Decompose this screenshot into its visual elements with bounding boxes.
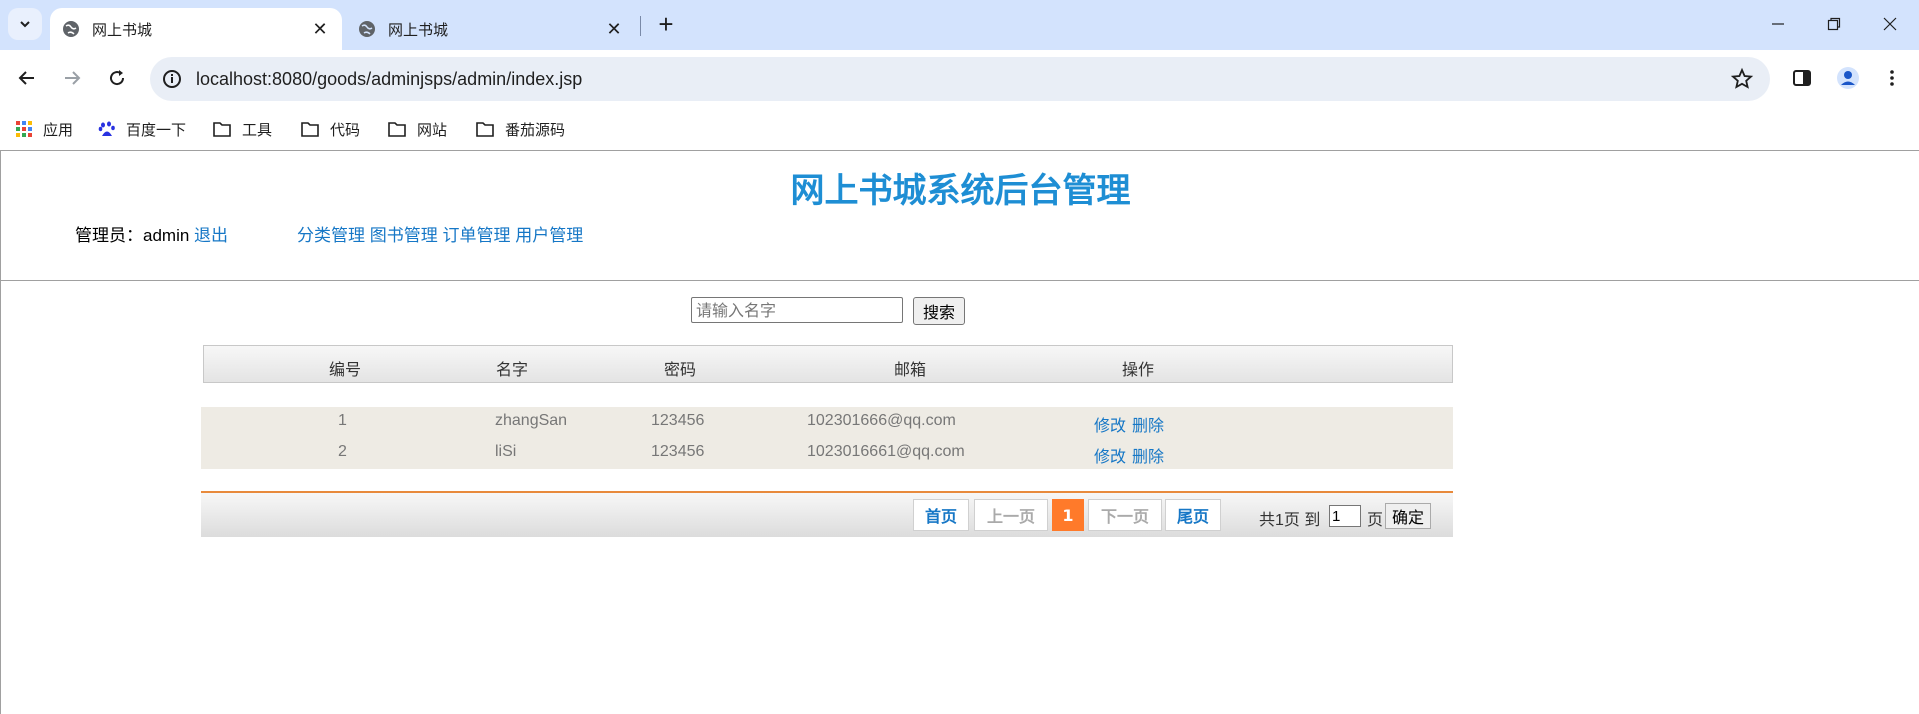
cell-email: 1023016661@qq.com (807, 443, 965, 460)
new-tab-button[interactable]: + (652, 10, 680, 38)
admin-label: 管理员：admin (75, 226, 190, 245)
close-icon[interactable]: ✕ (604, 19, 624, 40)
cell-password: 123456 (651, 412, 705, 429)
reload-button[interactable] (101, 62, 133, 94)
apps-grid-icon (16, 121, 32, 137)
bookmark-label: 网站 (417, 121, 448, 139)
search-button[interactable]: 搜索 (913, 297, 965, 325)
header-email: 邮箱 (894, 362, 927, 379)
nav-category-link[interactable]: 分类管理 (297, 226, 365, 245)
header-name: 名字 (496, 362, 529, 379)
edit-link[interactable]: 修改 (1094, 412, 1126, 436)
page-title: 网上书城系统后台管理 (790, 171, 1131, 211)
header-actions: 操作 (1122, 362, 1155, 379)
bookmark-baidu[interactable]: 百度一下 (98, 116, 186, 142)
admin-info: 管理员：admin 退出 (75, 221, 228, 246)
tab-title: 网上书城 (388, 21, 449, 39)
bookmark-label: 应用 (43, 121, 74, 139)
menu-button[interactable] (1876, 62, 1908, 94)
cell-password: 123456 (651, 443, 705, 460)
star-icon[interactable] (1730, 67, 1754, 91)
globe-icon (359, 21, 375, 37)
profile-button[interactable] (1832, 62, 1864, 94)
divider (1, 280, 1919, 281)
cell-id: 1 (338, 412, 347, 429)
tab-title: 网上书城 (92, 21, 153, 39)
page-number-input[interactable] (1329, 505, 1361, 527)
next-page-button[interactable]: 下一页 (1088, 499, 1162, 531)
bookmark-apps[interactable]: 应用 (15, 116, 73, 142)
bookmarks-bar: 应用 百度一下 工具 代码 网站 番茄源码 (0, 108, 1919, 150)
restore-icon (1827, 17, 1841, 31)
total-pages-text: 共1页 到 (1259, 512, 1321, 529)
bookmark-label: 工具 (242, 121, 273, 139)
header-id: 编号 (329, 362, 362, 379)
tab-search-button[interactable] (8, 8, 42, 40)
globe-icon (63, 21, 79, 37)
page-suffix: 页 (1367, 512, 1384, 529)
table-header: 编号 名字 密码 邮箱 操作 (203, 345, 1453, 383)
back-button[interactable] (11, 62, 43, 94)
cell-id: 2 (338, 443, 347, 460)
bookmark-label: 番茄源码 (505, 121, 566, 139)
delete-link[interactable]: 删除 (1132, 443, 1164, 467)
minimize-button[interactable] (1758, 8, 1798, 40)
minimize-icon (1772, 23, 1784, 25)
side-panel-icon (1793, 70, 1811, 86)
arrow-left-icon (18, 71, 34, 85)
first-page-button[interactable]: 首页 (913, 499, 969, 531)
edit-link[interactable]: 修改 (1094, 443, 1126, 467)
tab-separator (640, 16, 641, 36)
baidu-paw-icon (98, 121, 115, 136)
cell-email: 102301666@qq.com (807, 412, 956, 429)
nav-books-link[interactable]: 图书管理 (370, 226, 438, 245)
close-icon[interactable]: ✕ (310, 19, 330, 40)
search-input[interactable] (691, 297, 903, 323)
folder-icon (213, 122, 231, 137)
prev-page-button[interactable]: 上一页 (974, 499, 1048, 531)
bookmark-folder[interactable]: 代码 (300, 116, 360, 142)
bookmark-folder[interactable]: 工具 (212, 116, 272, 142)
cell-name: zhangSan (495, 412, 568, 429)
admin-nav: 分类管理 图书管理 订单管理 用户管理 (297, 221, 583, 246)
folder-icon (301, 122, 319, 137)
nav-orders-link[interactable]: 订单管理 (442, 226, 510, 245)
table-body: 1 zhangSan 123456 102301666@qq.com 修改 删除… (201, 407, 1453, 469)
folder-icon (476, 122, 494, 137)
forward-button[interactable] (56, 62, 88, 94)
current-page[interactable]: 1 (1052, 499, 1084, 531)
go-page-button[interactable]: 确定 (1385, 503, 1431, 529)
bookmark-label: 代码 (330, 121, 361, 139)
cell-name: liSi (495, 443, 517, 460)
page-content: 网上书城系统后台管理 管理员：admin 退出 分类管理 图书管理 订单管理 用… (0, 150, 1919, 714)
pagination: 首页 上一页 1 下一页 尾页 共1页 到 页 确定 (201, 491, 1453, 537)
address-bar[interactable]: localhost:8080/goods/adminjsps/admin/ind… (150, 57, 1770, 101)
bookmark-label: 百度一下 (126, 121, 187, 139)
logout-link[interactable]: 退出 (194, 226, 228, 245)
bookmark-folder[interactable]: 番茄源码 (475, 116, 565, 142)
tab-strip: 网上书城 ✕ 网上书城 ✕ + (0, 0, 1919, 50)
restore-button[interactable] (1814, 8, 1854, 40)
more-vert-icon (1890, 70, 1894, 86)
delete-link[interactable]: 删除 (1132, 412, 1164, 436)
tab-active[interactable]: 网上书城 ✕ (50, 8, 342, 50)
header-password: 密码 (664, 362, 697, 379)
browser-toolbar: localhost:8080/goods/adminjsps/admin/ind… (0, 50, 1919, 108)
browser-chrome: 网上书城 ✕ 网上书城 ✕ + localhost:8080/goods/adm… (0, 0, 1919, 150)
avatar-icon (1837, 67, 1859, 89)
folder-icon (388, 122, 406, 137)
tab-inactive[interactable]: 网上书城 ✕ (346, 8, 636, 50)
info-icon[interactable] (160, 67, 184, 91)
bookmark-folder[interactable]: 网站 (387, 116, 447, 142)
window-close-button[interactable] (1870, 8, 1910, 40)
arrow-right-icon (65, 71, 81, 85)
chevron-down-icon (20, 21, 30, 28)
nav-users-link[interactable]: 用户管理 (515, 226, 583, 245)
last-page-button[interactable]: 尾页 (1165, 499, 1221, 531)
reload-icon (110, 70, 125, 86)
side-panel-button[interactable] (1786, 62, 1818, 94)
url-text[interactable]: localhost:8080/goods/adminjsps/admin/ind… (196, 69, 582, 90)
close-icon (1883, 17, 1897, 31)
